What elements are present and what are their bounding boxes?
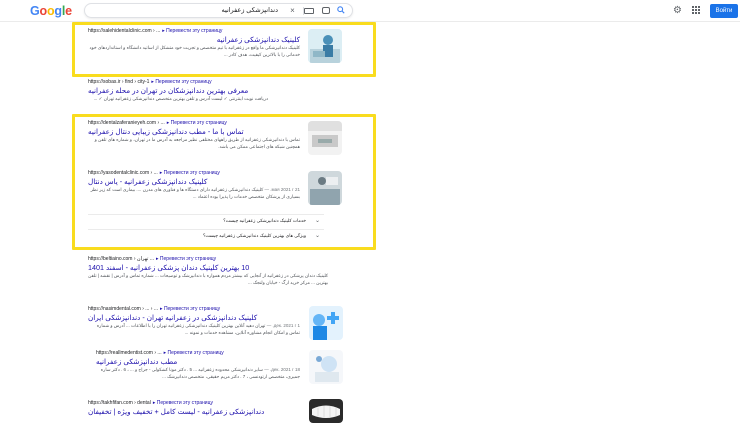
result-cite[interactable]: https://reallmedentist.com › ...Перевест…: [96, 350, 300, 357]
translate-link[interactable]: Перевести эту страницу: [162, 28, 222, 34]
translate-link[interactable]: Перевести эту страницу: [160, 306, 220, 312]
result-title[interactable]: کلینیک دندانپزشکی زعفرانیه - یاس دنتال: [88, 177, 218, 187]
sign-in-button[interactable]: Войти: [710, 4, 738, 18]
faq-item[interactable]: ویژگی های بهترین کلینیک دندانپزشکی زعفرا…: [88, 229, 324, 242]
result-thumbnail[interactable]: [308, 29, 342, 63]
translate-link[interactable]: Перевести эту страницу: [156, 256, 216, 262]
result-cite[interactable]: https://sobas.ir › find › city-1Перевест…: [88, 79, 338, 86]
translate-link[interactable]: Перевести эту страницу: [167, 120, 227, 126]
result-cite[interactable]: https://yasodentalclinic.com › ...Переве…: [88, 170, 300, 177]
result-date: 1 дек. 2021 г. —: [266, 323, 300, 328]
result-thumbnail[interactable]: [308, 171, 342, 205]
translate-link[interactable]: Перевести эту страницу: [153, 400, 213, 406]
search-result: https://beltiaino.com › تهران ...Перевес…: [88, 256, 338, 286]
search-result: https://takhfifan.com › dentalПеревести …: [88, 400, 300, 417]
google-logo[interactable]: Google: [30, 4, 72, 18]
chevron-down-icon: ⌄: [314, 233, 320, 239]
result-snippet: 1 дек. 2021 г. — تهران دهید آنلاین بهتری…: [96, 323, 300, 335]
result-thumbnail[interactable]: [309, 306, 343, 340]
result-thumbnail[interactable]: [309, 399, 343, 423]
result-title[interactable]: 10 بهترین کلینیک دندان پزشکی زعفرانیه - …: [88, 263, 268, 273]
translate-link[interactable]: Перевести эту страницу: [160, 170, 220, 176]
translate-link[interactable]: Перевести эту страницу: [164, 350, 224, 356]
result-cite[interactable]: https://nasimdental.com › ... › ...Перев…: [88, 306, 300, 313]
gear-icon[interactable]: ⚙: [673, 5, 682, 16]
result-title[interactable]: کلینیک دندانپزشکی زعفرانیه: [88, 35, 300, 45]
result-title[interactable]: مطب دندانپزشکی زعفرانیه: [96, 357, 206, 367]
result-snippet: 21 мая 2021 г. — کلینیک دندانپزشکی زعفرا…: [90, 187, 300, 199]
search-result: https://dentalzaferanieyeh.com › ...Пере…: [88, 120, 300, 150]
top-bar: Google دندانپزشکی زعفرانیه × ⚙ Войти: [0, 0, 740, 22]
result-cite[interactable]: https://takhfifan.com › dentalПеревести …: [88, 400, 300, 407]
result-cite[interactable]: https://beltiaino.com › تهران ...Перевес…: [88, 256, 338, 263]
apps-icon[interactable]: [692, 6, 700, 14]
faq-item[interactable]: خدمات کلینیک دندانپزشکی زعفرانیه چیست؟ ⌄: [88, 214, 324, 227]
clear-icon[interactable]: ×: [288, 6, 297, 15]
search-input[interactable]: دندانپزشکی زعفرانیه: [222, 6, 279, 14]
result-date: 21 мая 2021 г. —: [264, 187, 300, 192]
result-snippet: کلینیک دندانپزشکی ما واقع در زعفرانیه با…: [89, 45, 300, 57]
result-thumbnail[interactable]: [309, 350, 343, 384]
search-box[interactable]: دندانپزشکی زعفرانیه ×: [84, 3, 353, 18]
result-snippet: تماس با دندانپزشکی زعفرانیه از طریق راهه…: [94, 137, 300, 149]
result-title[interactable]: معرفی بهترین دندانپزشکان در تهران در محل…: [88, 86, 268, 96]
result-title[interactable]: کلینیک دندانپزشکی در زعفرانیه تهران - دن…: [88, 313, 298, 323]
translate-link[interactable]: Перевести эту страницу: [151, 79, 211, 85]
chevron-down-icon: ⌄: [314, 218, 320, 224]
result-thumbnail[interactable]: [308, 121, 342, 155]
result-snippet: کلینیک دندان پزشکی در زعفرانیه از آنجایی…: [88, 273, 328, 285]
result-snippet: دریافت نوبت اینترنتی ✓ لیست آدرس و تلفن …: [93, 96, 268, 101]
result-cite[interactable]: https://salehidentalclinic.com › ...Пере…: [88, 28, 300, 35]
result-title[interactable]: تماس با ما - مطب دندانپزشکی زیبایی دنتال…: [88, 127, 263, 137]
camera-icon[interactable]: [322, 7, 330, 14]
search-result: https://salehidentalclinic.com › ...Пере…: [88, 28, 300, 58]
result-date: 18 дек. 2021 г. —: [264, 367, 300, 372]
search-result: https://yasodentalclinic.com › ...Переве…: [88, 170, 300, 200]
search-result: https://sobas.ir › find › city-1Перевест…: [88, 79, 338, 103]
search-icon[interactable]: [336, 6, 345, 15]
result-cite[interactable]: https://dentalzaferanieyeh.com › ...Пере…: [88, 120, 300, 127]
keyboard-icon[interactable]: [304, 8, 314, 14]
result-snippet: 18 дек. 2021 г. — سایر دندانپزشکی محدوده…: [100, 367, 300, 379]
search-result: https://nasimdental.com › ... › ...Перев…: [88, 306, 300, 336]
result-title[interactable]: دندانپزشکی زعفرانیه - لیست کامل + تخفیف …: [88, 407, 288, 417]
search-result: https://reallmedentist.com › ...Перевест…: [96, 350, 300, 380]
